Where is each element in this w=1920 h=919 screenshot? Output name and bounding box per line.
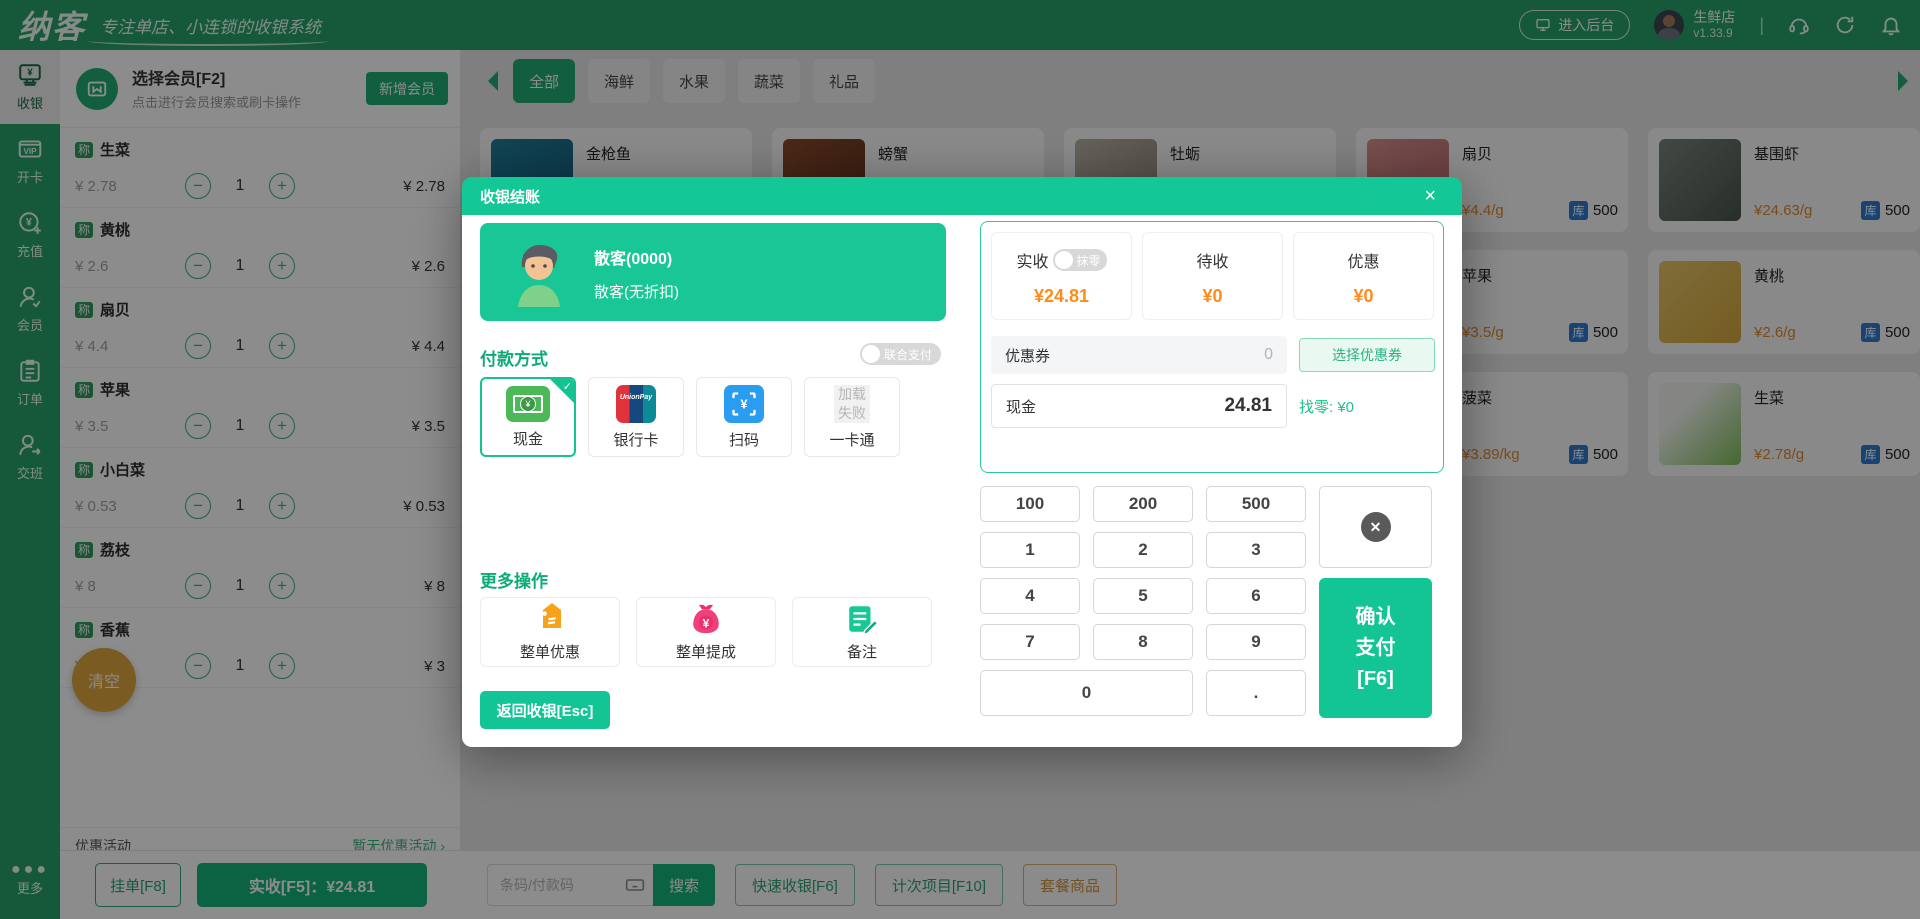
- coupon-row: 优惠券 0: [991, 336, 1287, 374]
- toggle-knob: [862, 345, 880, 363]
- tag-icon: [542, 602, 562, 629]
- due-label: 待收: [1196, 254, 1229, 271]
- discount-value: ¥0: [1353, 286, 1374, 306]
- check-icon: ✓: [550, 379, 574, 403]
- modal-header: 收银结账 ×: [462, 177, 1462, 215]
- key-4[interactable]: 4: [980, 578, 1080, 614]
- more-actions-title: 更多操作: [480, 572, 548, 591]
- received-stat: 实收 抹零 ¥24.81: [991, 232, 1132, 320]
- payment-method-cash[interactable]: 现金 ✓: [480, 377, 576, 457]
- toggle-knob: [1054, 251, 1073, 269]
- cash-label: 现金: [1006, 398, 1037, 416]
- payment-method-onecard[interactable]: 加载失败 一卡通: [804, 377, 900, 457]
- key-200[interactable]: 200: [1093, 486, 1193, 522]
- cash-icon: [506, 385, 550, 422]
- close-icon[interactable]: ×: [1424, 186, 1436, 206]
- money-bag-icon: ¥: [693, 604, 719, 634]
- discount-label: 优惠: [1347, 254, 1380, 271]
- coupon-label: 优惠券: [1005, 347, 1051, 365]
- payment-method-title: 付款方式: [480, 350, 548, 369]
- joint-pay-label: 联合支付: [884, 347, 933, 362]
- modal-member-card: 散客(0000) 散客(无折扣): [480, 223, 946, 321]
- key-3[interactable]: 3: [1206, 532, 1306, 568]
- due-value: ¥0: [1202, 286, 1223, 306]
- key-2[interactable]: 2: [1093, 532, 1193, 568]
- joint-pay-toggle[interactable]: 联合支付: [860, 343, 942, 365]
- key-8[interactable]: 8: [1093, 624, 1193, 660]
- backspace-key[interactable]: ✕: [1319, 486, 1432, 568]
- coupon-count: 0: [1264, 346, 1273, 363]
- due-stat: 待收 ¥0: [1142, 232, 1283, 320]
- key-5[interactable]: 5: [1093, 578, 1193, 614]
- cash-amount-field[interactable]: 现金 24.81: [991, 384, 1287, 428]
- order-commission-action[interactable]: ¥ 整单提成: [636, 597, 776, 667]
- received-value: ¥24.81: [1033, 286, 1090, 306]
- order-discount-action[interactable]: 整单优惠: [480, 597, 620, 667]
- key-100[interactable]: 100: [980, 486, 1080, 522]
- image-load-failed-text: 加载失败: [834, 384, 870, 423]
- unionpay-icon: UnionPay: [616, 384, 656, 423]
- svg-text:¥: ¥: [740, 396, 748, 411]
- key-500[interactable]: 500: [1206, 486, 1306, 522]
- member-avatar-illustration: [518, 245, 560, 307]
- key-7[interactable]: 7: [980, 624, 1080, 660]
- back-to-cashier-button[interactable]: 返回收银[Esc]: [480, 691, 610, 729]
- modal-member-level: 散客(无折扣): [594, 284, 679, 301]
- key-1[interactable]: 1: [980, 532, 1080, 568]
- numpad: 100 200 500 ✕ 1 2 3 4 5 6 7 8 9 0 . 确认支付…: [980, 486, 1444, 718]
- payment-method-scan[interactable]: ¥ 扫码: [696, 377, 792, 457]
- note-icon: [849, 606, 879, 636]
- rounding-toggle[interactable]: 抹零: [1052, 249, 1107, 271]
- received-label: 实收: [1016, 254, 1049, 271]
- select-coupon-button[interactable]: 选择优惠券: [1299, 338, 1435, 372]
- key-dot[interactable]: .: [1206, 670, 1306, 716]
- key-6[interactable]: 6: [1206, 578, 1306, 614]
- payment-summary-box: 实收 抹零 ¥24.81 待收 ¥0 优惠 ¥0 优惠券 0 选择优惠券 现金 …: [980, 221, 1444, 473]
- confirm-pay-button[interactable]: 确认支付[F6]: [1319, 578, 1432, 718]
- modal-member-name: 散客(0000): [594, 251, 673, 268]
- modal-title: 收银结账: [480, 188, 541, 206]
- cash-value: 24.81: [1224, 395, 1272, 416]
- change-text: 找零: ¥0: [1299, 399, 1355, 416]
- scan-pay-icon: ¥: [724, 384, 764, 423]
- svg-text:¥: ¥: [703, 617, 710, 631]
- key-9[interactable]: 9: [1206, 624, 1306, 660]
- backspace-icon: ✕: [1360, 512, 1391, 542]
- key-0[interactable]: 0: [980, 670, 1193, 716]
- discount-stat: 优惠 ¥0: [1293, 232, 1434, 320]
- checkout-modal: 收银结账 × 散客(0000) 散客(无折扣) 付款方式 联合支付 现金 ✓: [462, 177, 1462, 747]
- remark-action[interactable]: 备注: [792, 597, 932, 667]
- payment-method-bankcard[interactable]: UnionPay 银行卡: [588, 377, 684, 457]
